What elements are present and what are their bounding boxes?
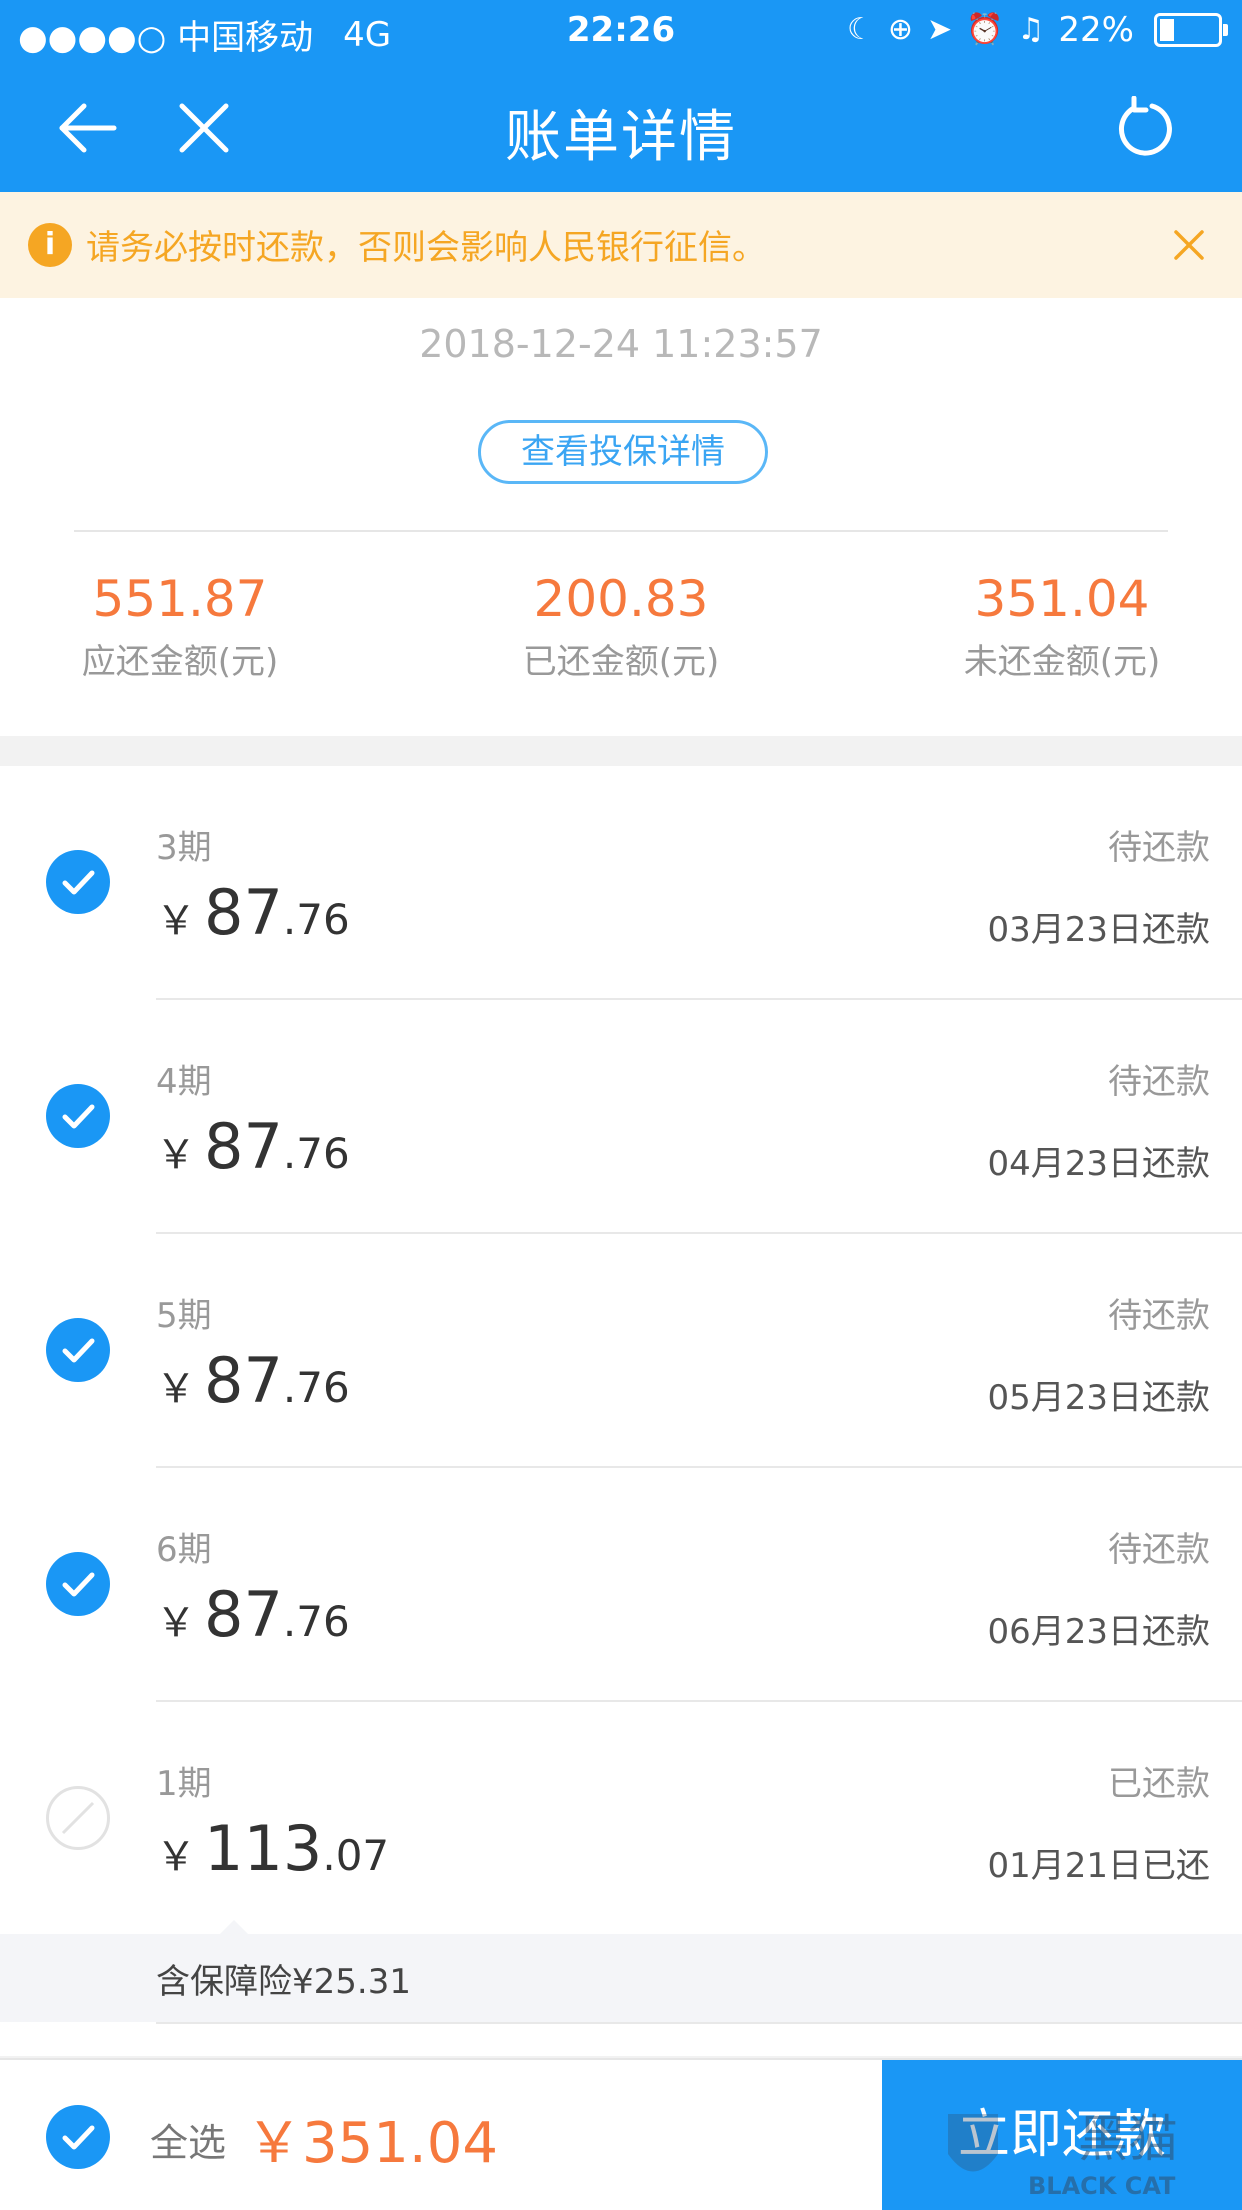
installment-amount: ￥ 87.76 — [156, 1344, 350, 1417]
battery-icon — [1154, 13, 1228, 47]
installment-date: 06月23日还款 — [987, 1612, 1210, 1652]
arrow-left-icon — [59, 103, 117, 153]
close-icon — [179, 103, 229, 153]
note-arrow — [220, 1920, 248, 1934]
installment-row-paid: 1期 ￥ 113.07 已还款 01月21日已还 — [0, 1702, 1242, 1936]
row-checkbox[interactable] — [46, 1084, 110, 1148]
installment-status: 已还款 — [1108, 1764, 1210, 1804]
amount-decimal: .76 — [282, 895, 350, 944]
divider — [156, 2022, 1242, 2024]
check-icon — [62, 870, 95, 895]
row-checkbox-disabled — [46, 1786, 110, 1850]
currency-symbol: ￥ — [156, 1834, 196, 1880]
row-checkbox[interactable] — [46, 1318, 110, 1382]
amount-decimal: .76 — [282, 1363, 350, 1412]
check-icon — [62, 1338, 95, 1363]
insurance-note-text: 含保障险¥25.31 — [156, 1962, 411, 2002]
installment-list: 3期 ￥ 87.76 待还款 03月23日还款 4期 ￥ 87.76 待还款 04月… — [0, 766, 1242, 2056]
installment-row[interactable]: 6期 ￥ 87.76 待还款 06月23日还款 — [0, 1468, 1242, 1702]
select-all-label[interactable]: 全选 — [150, 2112, 226, 2167]
currency-symbol: ￥ — [156, 1132, 196, 1178]
check-icon — [62, 1572, 95, 1597]
currency-symbol: ￥ — [156, 1366, 196, 1412]
installment-status: 待还款 — [1108, 1296, 1210, 1336]
alarm-icon: ⏰ — [966, 12, 1004, 47]
stat-label: 未还金额(元) — [963, 642, 1161, 682]
check-icon — [62, 2125, 95, 2150]
row-checkbox[interactable] — [46, 850, 110, 914]
installment-date: 05月23日还款 — [987, 1378, 1210, 1418]
installment-status: 待还款 — [1108, 1530, 1210, 1570]
battery-percent: 22% — [1058, 10, 1134, 50]
stat-value: 551.87 — [92, 570, 268, 628]
currency-symbol: ￥ — [156, 1600, 196, 1646]
amount-decimal: .76 — [282, 1597, 350, 1646]
installment-row[interactable]: 4期 ￥ 87.76 待还款 04月23日还款 — [0, 1000, 1242, 1234]
carrier: ●●●●○ 中国移动 — [18, 18, 314, 58]
stat-label: 已还金额(元) — [522, 642, 720, 682]
amount-integer: 87 — [204, 1578, 283, 1651]
moon-icon: ☾ — [846, 12, 874, 47]
total-amount: ￥351.04 — [246, 2111, 498, 2176]
amount-integer: 113 — [204, 1812, 323, 1885]
stat-total-due: 551.87 应还金额(元) — [30, 570, 330, 683]
status-left: ●●●●○ 中国移动 4G — [18, 10, 391, 59]
installment-period: 4期 — [156, 1062, 212, 1102]
installment-row[interactable]: 5期 ￥ 87.76 待还款 05月23日还款 — [0, 1234, 1242, 1468]
status-right: ☾ ⊕ ➤ ⏰ ♫ 22% — [846, 10, 1228, 50]
amount-integer: 87 — [204, 1344, 283, 1417]
network-type: 4G — [343, 14, 392, 55]
check-icon — [62, 1104, 95, 1129]
installment-period: 6期 — [156, 1530, 212, 1570]
installment-amount: ￥ 87.76 — [156, 1110, 350, 1183]
disabled-icon — [61, 1801, 95, 1835]
amount-integer: 87 — [204, 876, 283, 949]
location-icon: ➤ — [927, 12, 953, 47]
notice-text: 请务必按时还款，否则会影响人民银行征信。 — [86, 228, 766, 268]
info-icon: i — [28, 223, 72, 267]
order-time: 2018-12-24 11:23:57 — [419, 322, 823, 366]
installment-date: 01月21日已还 — [987, 1846, 1210, 1886]
stat-value: 200.83 — [533, 570, 709, 628]
stat-value: 351.04 — [974, 570, 1150, 628]
refresh-icon — [1119, 96, 1172, 156]
installment-amount: ￥ 87.76 — [156, 1578, 350, 1651]
footer-bar: 全选 ￥351.04 立即还款 黑猫 BLACK CAT — [0, 2058, 1242, 2210]
back-button[interactable] — [50, 90, 126, 166]
divider — [74, 530, 1168, 532]
installment-status: 待还款 — [1108, 1062, 1210, 1102]
rotation-lock-icon: ⊕ — [887, 12, 914, 47]
installment-period: 1期 — [156, 1764, 212, 1804]
row-checkbox[interactable] — [46, 1552, 110, 1616]
installment-period: 3期 — [156, 828, 212, 868]
amount-decimal: .76 — [282, 1129, 350, 1178]
installment-status: 待还款 — [1108, 828, 1210, 868]
stat-unpaid: 351.04 未还金额(元) — [912, 570, 1212, 683]
installment-period: 5期 — [156, 1296, 212, 1336]
notice-close-icon[interactable] — [1162, 218, 1216, 272]
headphones-icon: ♫ — [1017, 12, 1045, 47]
stat-label: 应还金额(元) — [81, 642, 279, 682]
amount-decimal: .07 — [322, 1831, 390, 1880]
select-all-checkbox[interactable] — [46, 2105, 110, 2169]
installment-row[interactable]: 3期 ￥ 87.76 待还款 03月23日还款 — [0, 766, 1242, 1000]
refresh-button[interactable] — [1106, 90, 1182, 166]
nav-bar: 账单详情 — [0, 62, 1242, 192]
installment-date: 04月23日还款 — [987, 1144, 1210, 1184]
pay-now-button[interactable]: 立即还款 — [882, 2060, 1242, 2210]
installment-date: 03月23日还款 — [987, 910, 1210, 950]
installment-amount: ￥ 113.07 — [156, 1812, 389, 1885]
notice-banner: i 请务必按时还款，否则会影响人民银行征信。 — [0, 192, 1242, 298]
insurance-note: 含保障险¥25.31 — [0, 1920, 1242, 2022]
view-insurance-button[interactable]: 查看投保详情 — [478, 420, 768, 484]
close-button[interactable] — [166, 90, 242, 166]
status-bar: ●●●●○ 中国移动 4G 22:26 ☾ ⊕ ➤ ⏰ ♫ 22% — [0, 0, 1242, 62]
currency-symbol: ￥ — [156, 898, 196, 944]
installment-amount: ￥ 87.76 — [156, 876, 350, 949]
bill-summary: 2018-12-24 11:23:57 查看投保详情 551.87 应还金额(元… — [0, 298, 1242, 736]
amount-integer: 87 — [204, 1110, 283, 1183]
stat-paid: 200.83 已还金额(元) — [471, 570, 771, 683]
